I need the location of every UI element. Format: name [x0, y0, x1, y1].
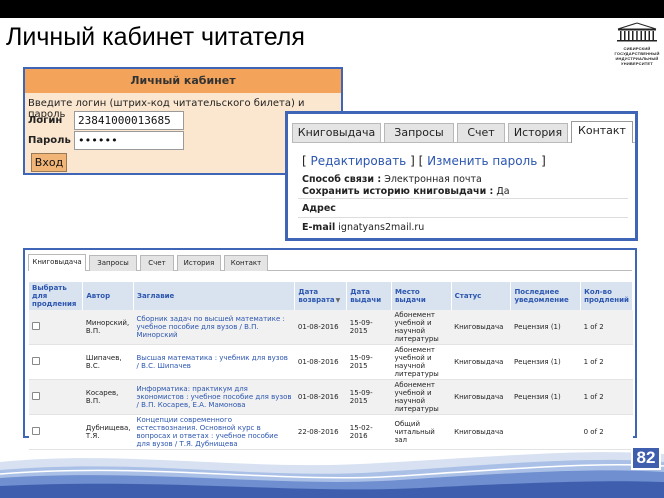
status-cell: Книговыдача — [451, 344, 511, 380]
issued-cell: 15-09-2015 — [346, 379, 392, 415]
renew-checkbox[interactable] — [32, 357, 40, 365]
col-header-issue-date[interactable]: Дата выдачи — [346, 282, 392, 310]
university-logo: СИБИРСКИЙ ГОСУДАРСТВЕННЫЙ ИНДУСТРИАЛЬНЫЙ… — [614, 22, 660, 66]
edit-link[interactable]: Редактировать — [311, 154, 407, 168]
renewals-cell: 1 of 2 — [580, 344, 633, 380]
login-panel-header: Личный кабинет — [25, 69, 341, 93]
renew-checkbox[interactable] — [32, 322, 40, 330]
save-history-row: Сохранить историю книговыдачи : Да — [302, 186, 510, 197]
slide-title: Личный кабинет читателя — [6, 23, 305, 51]
university-building-icon — [617, 22, 657, 42]
issued-cell: 15-09-2015 — [346, 344, 392, 380]
tab-requests[interactable]: Запросы — [89, 255, 137, 271]
address-label: Адрес — [302, 203, 336, 214]
checkouts-table: Выбрать для продления Автор Заглавие Дат… — [29, 282, 633, 450]
author-cell: Шипачев, В.С. — [82, 344, 134, 380]
author-cell: Минорский, В.П. — [82, 310, 134, 345]
title-link[interactable]: Высшая математика : учебник для вузов / … — [133, 344, 295, 380]
status-cell: Книговыдача — [451, 379, 511, 415]
title-link[interactable]: Сборник задач по высшей математике : уче… — [133, 310, 295, 345]
renew-checkbox[interactable] — [32, 427, 40, 435]
login-label: Логин — [28, 115, 63, 126]
contact-actions: [ Редактировать ] [ Изменить пароль ] — [302, 154, 546, 168]
renewals-cell: 1 of 2 — [580, 379, 633, 415]
renew-checkbox[interactable] — [32, 392, 40, 400]
status-cell: Книговыдача — [451, 310, 511, 345]
notice-cell: Рецензия (1) — [510, 379, 581, 415]
contact-method-label: Способ связи : — [302, 174, 382, 185]
save-history-label: Сохранить историю книговыдачи : — [302, 186, 494, 197]
contact-panel: Книговыдача Запросы Счет История Контакт… — [285, 111, 638, 241]
email-value: ignatyans2mail.ru — [338, 222, 425, 233]
address-row: Адрес — [302, 203, 336, 214]
due-cell: 01-08-2016 — [294, 310, 347, 345]
due-cell: 01-08-2016 — [294, 344, 347, 380]
contact-tabbar: Книговыдача Запросы Счет История Контакт — [292, 121, 635, 143]
issued-cell: 15-09-2015 — [346, 310, 392, 345]
email-label: E-mail — [302, 222, 336, 233]
renewals-cell: 1 of 2 — [580, 310, 633, 345]
col-header-renewals[interactable]: Кол-во продлений — [580, 282, 633, 310]
decorative-wave — [0, 452, 664, 498]
tab-contact[interactable]: Контакт — [571, 121, 633, 143]
change-password-link[interactable]: Изменить пароль — [427, 154, 537, 168]
author-cell: Косарев, В.П. — [82, 379, 134, 415]
col-header-due-date[interactable]: Дата возврата▼ — [294, 282, 348, 310]
login-submit-button[interactable]: Вход — [31, 153, 67, 172]
tab-history[interactable]: История — [177, 255, 221, 271]
select-cell — [29, 379, 83, 415]
title-link[interactable]: Информатика: практикум для экономистов :… — [133, 379, 295, 415]
table-row: Шипачев, В.С. Высшая математика : учебни… — [29, 344, 633, 380]
checkouts-panel: Книговыдача Запросы Счет История Контакт… — [23, 248, 637, 450]
col-header-title[interactable]: Заглавие — [133, 282, 296, 310]
place-cell: Абонемент учебной и научной литературы — [391, 379, 452, 415]
login-input[interactable]: 23841000013685 — [74, 111, 184, 130]
password-input[interactable]: •••••• — [74, 131, 184, 150]
table-header-row: Выбрать для продления Автор Заглавие Дат… — [29, 282, 633, 310]
table-row: Косарев, В.П. Информатика: практикум для… — [29, 379, 633, 415]
notice-cell: Рецензия (1) — [510, 344, 581, 380]
save-history-value: Да — [496, 186, 510, 197]
contact-method-value: Электронная почта — [384, 174, 482, 185]
page-number: 82 — [631, 446, 661, 470]
tab-account[interactable]: Счет — [457, 123, 505, 142]
due-cell: 01-08-2016 — [294, 379, 347, 415]
tab-account[interactable]: Счет — [140, 255, 174, 271]
select-cell — [29, 310, 83, 345]
col-header-place[interactable]: Место выдачи — [391, 282, 452, 310]
place-cell: Абонемент учебной и научной литературы — [391, 310, 452, 345]
select-cell — [29, 344, 83, 380]
email-row: E-mail ignatyans2mail.ru — [302, 222, 424, 233]
tab-checkouts[interactable]: Книговыдача — [28, 254, 86, 271]
contact-method-row: Способ связи : Электронная почта — [302, 174, 482, 185]
password-label: Пароль — [28, 135, 71, 146]
logo-line: УНИВЕРСИТЕТ — [621, 61, 653, 66]
table-row: Минорский, В.П. Сборник задач по высшей … — [29, 310, 633, 345]
col-header-last-notice[interactable]: Последнее уведомление — [510, 282, 582, 310]
notice-cell: Рецензия (1) — [510, 310, 581, 345]
col-header-author[interactable]: Автор — [82, 282, 134, 310]
col-header-due-date-label: Дата возврата — [298, 287, 335, 304]
divider — [298, 217, 628, 218]
col-header-select: Выбрать для продления — [29, 282, 84, 310]
checkouts-tabbar: Книговыдача Запросы Счет История Контакт — [28, 254, 632, 271]
tab-history[interactable]: История — [508, 123, 568, 142]
place-cell: Абонемент учебной и научной литературы — [391, 344, 452, 380]
tab-requests[interactable]: Запросы — [384, 123, 454, 142]
tab-contact[interactable]: Контакт — [224, 255, 268, 271]
col-header-status[interactable]: Статус — [451, 282, 512, 310]
tab-checkouts[interactable]: Книговыдача — [292, 123, 381, 142]
divider — [298, 198, 628, 199]
top-black-bar — [0, 0, 664, 18]
sort-arrow-icon: ▼ — [335, 296, 341, 304]
